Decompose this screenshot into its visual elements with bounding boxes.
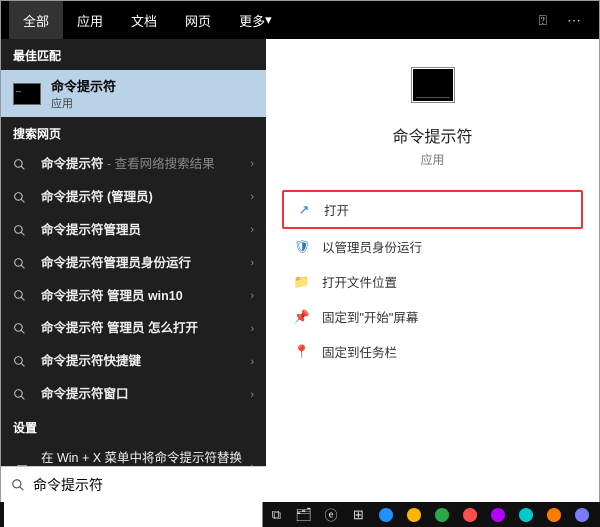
details-panel: 命令提示符 应用 ↗ 打开 🛡 以管理员身份运行 📁 打开文件位置 📌 固定到"开始"屏幕 📍 固… (266, 39, 599, 526)
cmd-icon (13, 83, 41, 105)
action-item[interactable]: 📍 固定到任务栏 (282, 334, 583, 369)
web-suggestion[interactable]: 命令提示符快捷键 › (1, 345, 266, 378)
search-icon (13, 158, 31, 171)
action-icon: ↗ (294, 202, 314, 218)
chevron-right-icon: › (250, 290, 254, 302)
chevron-right-icon: › (250, 158, 254, 170)
tab-web[interactable]: 网页 (171, 1, 225, 39)
search-bar[interactable] (1, 466, 266, 502)
action-label: 打开 (324, 200, 349, 219)
taskbar-app-icon[interactable] (512, 508, 540, 522)
tab-docs[interactable]: 文档 (117, 1, 171, 39)
edge-icon[interactable]: ⓔ (317, 502, 344, 527)
best-match-header: 最佳匹配 (1, 39, 266, 70)
web-suggestion[interactable]: 命令提示符管理员 › (1, 214, 266, 247)
search-icon (13, 224, 31, 237)
action-item[interactable]: 🛡 以管理员身份运行 (282, 229, 583, 264)
tab-more[interactable]: 更多 ▾ (225, 1, 286, 39)
taskbar-search-region (4, 502, 263, 527)
search-icon (13, 289, 31, 302)
chevron-right-icon: › (250, 323, 254, 335)
actions-list: ↗ 打开 🛡 以管理员身份运行 📁 打开文件位置 📌 固定到"开始"屏幕 📍 固定到任务栏 (266, 190, 599, 369)
tab-apps[interactable]: 应用 (63, 1, 117, 39)
taskbar-app-icon[interactable] (428, 508, 456, 522)
chevron-right-icon: › (250, 356, 254, 368)
search-icon (13, 355, 31, 368)
search-icon (13, 322, 31, 335)
search-icon (13, 257, 31, 270)
best-match-item[interactable]: 命令提示符 应用 (1, 70, 266, 117)
web-suggestion-label: 命令提示符快捷键 (41, 353, 244, 370)
app-icon (411, 67, 455, 103)
web-suggestion[interactable]: 命令提示符 - 查看网络搜索结果 › (1, 148, 266, 181)
web-suggestion-label: 命令提示符 - 查看网络搜索结果 (41, 156, 244, 173)
best-match-title: 命令提示符 (51, 76, 116, 95)
best-match-subtitle: 应用 (51, 95, 116, 111)
taskbar-app-icon[interactable] (568, 508, 596, 522)
web-suggestion[interactable]: 命令提示符 管理员 怎么打开 › (1, 312, 266, 345)
store-icon[interactable]: ⊞ (345, 502, 372, 527)
taskbar-app-icon[interactable] (484, 508, 512, 522)
taskbar-app-icon[interactable] (540, 508, 568, 522)
web-suggestion-label: 命令提示符 管理员 怎么打开 (41, 320, 244, 337)
options-icon[interactable]: ⋯ (557, 12, 591, 29)
settings-header: 设置 (1, 411, 266, 442)
web-suggestion-label: 命令提示符管理员 (41, 222, 244, 239)
search-icon (13, 191, 31, 204)
search-input[interactable] (33, 477, 256, 493)
web-suggestion[interactable]: 命令提示符 管理员 win10 › (1, 280, 266, 313)
taskbar-app-icon[interactable] (372, 508, 400, 522)
results-panel: 最佳匹配 命令提示符 应用 搜索网页 命令提示符 - 查看网络搜索结果›命令提示… (1, 39, 266, 526)
action-item[interactable]: ↗ 打开 (282, 190, 583, 229)
taskbar: ⧉ 🗂 ⓔ ⊞ (0, 502, 600, 527)
action-icon: 🛡 (292, 239, 312, 255)
chevron-right-icon: › (250, 389, 254, 401)
chevron-right-icon: › (250, 257, 254, 269)
feedback-icon[interactable]: ⍰ (529, 12, 557, 29)
task-view-icon[interactable]: ⧉ (263, 502, 290, 527)
action-label: 打开文件位置 (322, 272, 397, 291)
web-suggestion[interactable]: 命令提示符管理员身份运行 › (1, 247, 266, 280)
chevron-right-icon: › (250, 224, 254, 236)
search-icon (11, 478, 25, 492)
chevron-right-icon: › (250, 191, 254, 203)
web-suggestion-label: 命令提示符 (管理员) (41, 189, 244, 206)
action-icon: 📁 (292, 274, 312, 290)
web-suggestion[interactable]: 命令提示符窗口 › (1, 378, 266, 411)
body: 最佳匹配 命令提示符 应用 搜索网页 命令提示符 - 查看网络搜索结果›命令提示… (1, 39, 599, 526)
action-item[interactable]: 📁 打开文件位置 (282, 264, 583, 299)
action-icon: 📌 (292, 309, 312, 325)
action-label: 固定到任务栏 (322, 342, 397, 361)
action-item[interactable]: 📌 固定到"开始"屏幕 (282, 299, 583, 334)
explorer-icon[interactable]: 🗂 (290, 502, 317, 527)
filter-tabs: 全部 应用 文档 网页 更多 ▾ ⍰ ⋯ (1, 1, 599, 39)
action-icon: 📍 (292, 344, 312, 360)
window: 全部 应用 文档 网页 更多 ▾ ⍰ ⋯ 最佳匹配 命令提示符 应用 搜索网页 … (0, 0, 600, 527)
taskbar-app-icon[interactable] (456, 508, 484, 522)
action-label: 以管理员身份运行 (322, 237, 422, 256)
tab-all[interactable]: 全部 (9, 1, 63, 39)
web-suggestion-label: 命令提示符窗口 (41, 386, 244, 403)
web-suggestion-label: 命令提示符 管理员 win10 (41, 288, 244, 305)
taskbar-app-icon[interactable] (400, 508, 428, 522)
search-icon (13, 388, 31, 401)
web-header: 搜索网页 (1, 117, 266, 148)
app-title: 命令提示符 (392, 123, 472, 147)
app-subtitle: 应用 (420, 151, 444, 168)
action-label: 固定到"开始"屏幕 (322, 307, 418, 326)
web-suggestion-label: 命令提示符管理员身份运行 (41, 255, 244, 272)
web-suggestion[interactable]: 命令提示符 (管理员) › (1, 181, 266, 214)
